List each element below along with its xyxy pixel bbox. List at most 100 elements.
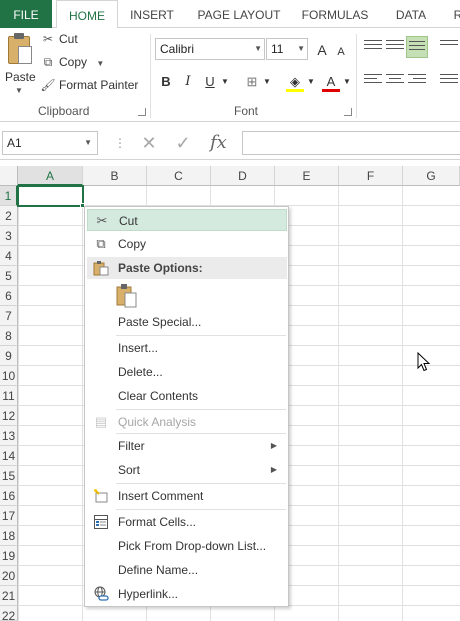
grow-font-button[interactable]: A: [314, 40, 330, 60]
column-header-d[interactable]: D: [211, 166, 275, 186]
align-right-icon[interactable]: [408, 74, 426, 88]
row-header[interactable]: 2: [0, 206, 18, 226]
font-name-value: Calibri: [160, 42, 195, 56]
borders-icon[interactable]: ⊞: [244, 72, 260, 92]
column-header-g[interactable]: G: [403, 166, 460, 186]
row-header[interactable]: 12: [0, 406, 18, 426]
cancel-icon[interactable]: ✕: [138, 132, 160, 154]
dialog-launcher-icon[interactable]: [138, 108, 146, 116]
row-header[interactable]: 3: [0, 226, 18, 246]
chevron-down-icon[interactable]: ▼: [220, 72, 230, 92]
menu-item-copy[interactable]: ⧉ Copy: [87, 233, 287, 255]
menu-item-hyperlink[interactable]: Hyperlink...: [87, 583, 287, 605]
chevron-down-icon[interactable]: ▼: [297, 39, 305, 59]
align-top-icon[interactable]: [364, 40, 382, 54]
row-header[interactable]: 22: [0, 606, 18, 621]
chevron-down-icon[interactable]: ▼: [15, 86, 23, 95]
paste-option-paste-icon[interactable]: [115, 283, 139, 309]
hyperlink-icon: [93, 586, 109, 602]
chevron-down-icon[interactable]: ▼: [254, 39, 262, 59]
row-header[interactable]: 8: [0, 326, 18, 346]
menu-item-pick-from-dropdown[interactable]: Pick From Drop-down List...: [87, 535, 287, 557]
format-painter-button[interactable]: 🖌 Format Painter: [40, 78, 138, 98]
formula-bar: A1 ▼ ⋮ ✕ ✓ fx: [0, 128, 460, 160]
row-header[interactable]: 11: [0, 386, 18, 406]
row-header[interactable]: 20: [0, 566, 18, 586]
menu-item-clear-contents[interactable]: Clear Contents: [87, 385, 287, 407]
menu-separator: [116, 433, 286, 434]
underline-button[interactable]: U: [202, 72, 218, 92]
menu-item-sort[interactable]: Sort ▶: [87, 459, 287, 481]
menu-item-format-cells[interactable]: Format Cells...: [87, 511, 287, 533]
chevron-down-icon[interactable]: ▼: [84, 132, 92, 154]
align-center-icon[interactable]: [386, 74, 404, 88]
row-header[interactable]: 21: [0, 586, 18, 606]
row-header[interactable]: 9: [0, 346, 18, 366]
tab-page-layout[interactable]: PAGE LAYOUT: [194, 0, 284, 28]
italic-button[interactable]: I: [180, 72, 196, 92]
row-header[interactable]: 14: [0, 446, 18, 466]
menu-item-label: Insert...: [118, 341, 159, 355]
column-header-c[interactable]: C: [147, 166, 211, 186]
dialog-launcher-icon[interactable]: [344, 108, 352, 116]
row-header[interactable]: 19: [0, 546, 18, 566]
tab-file[interactable]: FILE: [0, 0, 52, 28]
tab-insert[interactable]: INSERT: [126, 0, 178, 28]
row-header[interactable]: 17: [0, 506, 18, 526]
orientation-icon[interactable]: [440, 40, 458, 54]
row-header[interactable]: 13: [0, 426, 18, 446]
tab-formulas[interactable]: FORMULAS: [300, 0, 370, 28]
align-left-icon[interactable]: [364, 74, 382, 88]
column-header-f[interactable]: F: [339, 166, 403, 186]
chevron-down-icon[interactable]: ▼: [342, 72, 352, 92]
menu-item-label: Clear Contents: [118, 389, 199, 403]
fill-color-icon[interactable]: ◈: [286, 72, 304, 92]
row-header[interactable]: 6: [0, 286, 18, 306]
menu-item-define-name[interactable]: Define Name...: [87, 559, 287, 581]
row-header[interactable]: 15: [0, 466, 18, 486]
tab-data[interactable]: DATA: [388, 0, 434, 28]
menu-item-insert[interactable]: Insert...: [87, 337, 287, 359]
row-header[interactable]: 18: [0, 526, 18, 546]
menu-item-cut[interactable]: ✂ Cut: [87, 209, 287, 231]
menu-item-insert-comment[interactable]: Insert Comment: [87, 485, 287, 507]
tab-review-partial[interactable]: R: [452, 0, 460, 28]
column-header-e[interactable]: E: [275, 166, 339, 186]
name-box[interactable]: A1 ▼: [2, 131, 98, 155]
active-cell-a1[interactable]: [17, 185, 84, 207]
menu-item-filter[interactable]: Filter ▶: [87, 435, 287, 457]
column-header-a[interactable]: A: [18, 166, 83, 186]
enter-icon[interactable]: ✓: [172, 132, 194, 154]
formula-input[interactable]: [242, 131, 460, 155]
copy-button[interactable]: ⧉ Copy ▼: [40, 55, 105, 75]
paste-button[interactable]: Paste ▼: [2, 32, 36, 98]
row-header[interactable]: 16: [0, 486, 18, 506]
font-name-box[interactable]: Calibri ▼: [155, 38, 265, 60]
font-color-button[interactable]: A: [322, 72, 340, 92]
row-header[interactable]: 4: [0, 246, 18, 266]
paste-options-header: Paste Options:: [87, 257, 287, 279]
font-size-box[interactable]: 11 ▼: [266, 38, 308, 60]
menu-item-quick-analysis[interactable]: ▤ Quick Analysis: [87, 411, 287, 433]
bold-button[interactable]: B: [158, 72, 174, 92]
select-all-corner[interactable]: [0, 166, 18, 186]
row-header[interactable]: 7: [0, 306, 18, 326]
align-bottom-icon[interactable]: [406, 36, 428, 58]
menu-item-paste-special[interactable]: Paste Special...: [87, 311, 287, 333]
row-header[interactable]: 5: [0, 266, 18, 286]
tab-home[interactable]: HOME: [56, 0, 118, 29]
row-header[interactable]: 10: [0, 366, 18, 386]
column-header-b[interactable]: B: [83, 166, 147, 186]
resize-handle-icon[interactable]: ⋮: [114, 136, 126, 150]
decrease-indent-icon[interactable]: [440, 74, 458, 88]
shrink-font-button[interactable]: A: [334, 42, 348, 62]
cut-button[interactable]: ✂ Cut: [40, 32, 78, 52]
chevron-down-icon[interactable]: ▼: [96, 59, 104, 68]
align-middle-icon[interactable]: [386, 40, 404, 54]
chevron-down-icon[interactable]: ▼: [306, 72, 316, 92]
menu-item-delete[interactable]: Delete...: [87, 361, 287, 383]
row-header[interactable]: 1: [0, 186, 18, 206]
insert-function-button[interactable]: fx: [210, 132, 227, 153]
chevron-down-icon[interactable]: ▼: [262, 72, 272, 92]
copy-label: Copy: [59, 55, 88, 69]
